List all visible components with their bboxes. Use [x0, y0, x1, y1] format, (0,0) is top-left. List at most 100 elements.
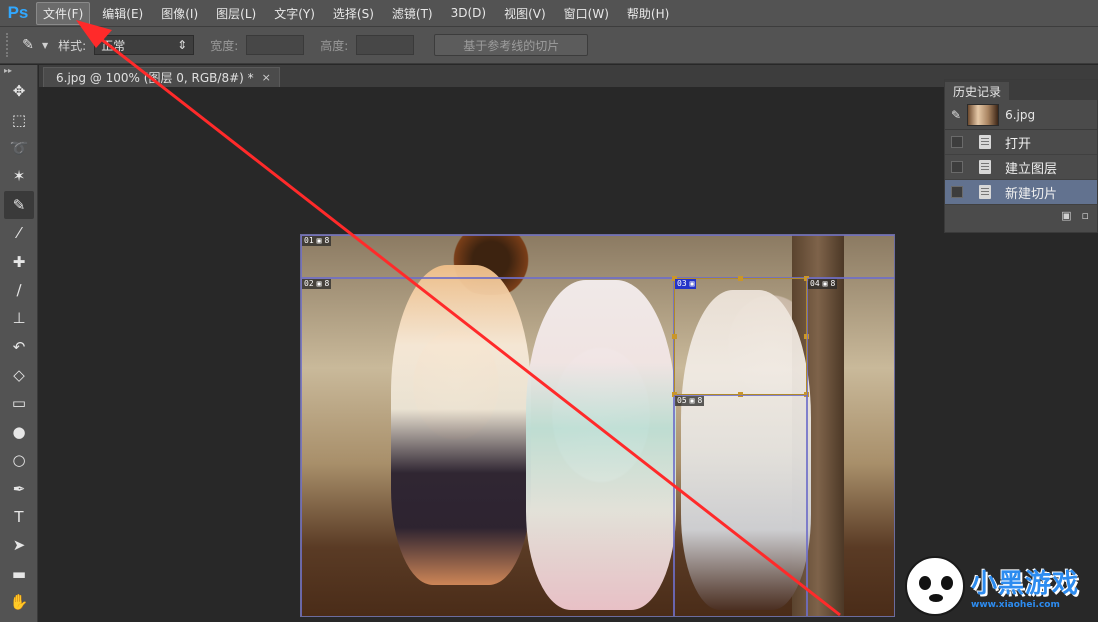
- slice-label-03: 03 ▣: [675, 279, 697, 289]
- tool-preset-caret-icon[interactable]: ▼: [42, 41, 48, 50]
- slice-number: 01: [304, 236, 314, 245]
- history-item-new-layer[interactable]: 建立图层: [945, 155, 1097, 180]
- tools-collapse-icon[interactable]: ▸▸: [0, 65, 37, 77]
- link-icon: 8: [324, 236, 330, 245]
- menu-filter[interactable]: 滤镜(T): [386, 3, 439, 24]
- close-icon[interactable]: ×: [262, 71, 271, 84]
- menu-window[interactable]: 窗口(W): [558, 3, 615, 24]
- menu-image[interactable]: 图像(I): [155, 3, 204, 24]
- history-brush-tool-icon[interactable]: ↶: [0, 333, 38, 361]
- slice-04[interactable]: [807, 278, 894, 616]
- slice-03-selected[interactable]: [674, 278, 807, 395]
- history-state-icon: [979, 160, 991, 174]
- photoshop-logo: Ps: [7, 3, 29, 22]
- watermark-logo: 小黑游戏 www.xiaohei.com: [905, 555, 1095, 617]
- marquee-tool-icon[interactable]: ⬚: [0, 105, 38, 133]
- options-bar: ✎ ▼ 样式: 正常 ⇕ 宽度: 高度: 基于参考线的切片: [0, 26, 1098, 64]
- history-panel-tabs: 历史记录: [945, 80, 1097, 100]
- dodge-tool-icon[interactable]: ○: [0, 446, 38, 474]
- stamp-tool-icon[interactable]: ⊥: [0, 304, 38, 332]
- delete-icon[interactable]: ▫: [1082, 209, 1089, 222]
- history-item-label: 新建切片: [1005, 186, 1058, 202]
- tab-history[interactable]: 历史记录: [945, 82, 1010, 100]
- menu-view[interactable]: 视图(V): [498, 3, 552, 24]
- magic-wand-tool-icon[interactable]: ✶: [0, 162, 38, 190]
- menu-select[interactable]: 选择(S): [327, 3, 380, 24]
- healing-brush-tool-icon[interactable]: ✚: [0, 247, 38, 275]
- history-checkbox[interactable]: [951, 136, 963, 148]
- history-state-icon: [979, 185, 991, 199]
- document-tab-title: 6.jpg @ 100% (图层 0, RGB/8#) *: [56, 71, 254, 85]
- history-checkbox[interactable]: [951, 186, 963, 198]
- style-label: 样式:: [58, 38, 87, 53]
- options-grip[interactable]: [6, 33, 14, 57]
- history-item-new-slice[interactable]: 新建切片: [945, 180, 1097, 205]
- watermark-text: 小黑游戏 www.xiaohei.com: [971, 563, 1079, 610]
- history-panel: 历史记录 ✎ 6.jpg 打开 建立图层 新建切片 ▣ ▫: [944, 79, 1098, 233]
- resize-handle[interactable]: [672, 334, 677, 339]
- slice-01[interactable]: [301, 235, 894, 278]
- slice-number: 03: [677, 279, 687, 288]
- watermark-title: 小黑游戏: [971, 568, 1080, 599]
- link-icon: 8: [324, 279, 330, 288]
- menu-file[interactable]: 文件(F): [36, 1, 91, 25]
- eyedropper-tool-icon[interactable]: ⁄: [0, 219, 38, 247]
- pen-tool-icon[interactable]: ✒: [0, 474, 38, 502]
- path-select-tool-icon[interactable]: ➤: [0, 531, 38, 559]
- menu-type[interactable]: 文字(Y): [268, 3, 321, 24]
- slice-02[interactable]: [301, 278, 674, 616]
- slice-label-02: 02 ▣ 8: [302, 279, 332, 289]
- menu-help[interactable]: 帮助(H): [621, 3, 675, 24]
- slice-number: 04: [810, 279, 820, 288]
- slice-tool-icon[interactable]: ✎: [14, 33, 42, 57]
- document-tab[interactable]: 6.jpg @ 100% (图层 0, RGB/8#) * ×: [43, 67, 280, 87]
- history-snapshot[interactable]: ✎ 6.jpg: [945, 100, 1097, 130]
- history-item-label: 打开: [1005, 136, 1032, 152]
- slice-number: 05: [677, 396, 687, 405]
- history-state-icon: [979, 135, 991, 149]
- watermark-url: www.xiaohei.com: [971, 599, 1060, 610]
- gradient-tool-icon[interactable]: ▭: [0, 389, 38, 417]
- lasso-tool-icon[interactable]: ➰: [0, 134, 38, 162]
- history-checkbox[interactable]: [951, 161, 963, 173]
- link-icon: 8: [830, 279, 836, 288]
- menu-bar: Ps 文件(F) 编辑(E) 图像(I) 图层(L) 文字(Y) 选择(S) 滤…: [0, 0, 1098, 26]
- style-select[interactable]: 正常 ⇕: [94, 35, 195, 55]
- image-slice-icon: ▣: [316, 236, 322, 245]
- tools-panel: ▸▸ ✥ ⬚ ➰ ✶ ✎ ⁄ ✚ ∕ ⊥ ↶ ◇ ▭ ● ○ ✒ T ➤ ▬ ✋: [0, 65, 38, 622]
- document-tab-bar: 6.jpg @ 100% (图层 0, RGB/8#) * ×: [39, 65, 1098, 87]
- select-arrows-icon: ⇕: [177, 38, 188, 52]
- height-field[interactable]: [356, 35, 415, 55]
- image-slice-icon: ▣: [689, 279, 695, 288]
- menu-3d[interactable]: 3D(D): [445, 4, 492, 22]
- menu-layer[interactable]: 图层(L): [210, 3, 262, 24]
- width-label: 宽度:: [210, 38, 239, 53]
- link-icon: 8: [697, 396, 703, 405]
- slice-05[interactable]: [674, 395, 807, 616]
- height-label: 高度:: [320, 38, 349, 53]
- history-item-label: 建立图层: [1005, 161, 1058, 177]
- slice-number: 02: [304, 279, 314, 288]
- width-field[interactable]: [246, 35, 305, 55]
- eraser-tool-icon[interactable]: ◇: [0, 361, 38, 389]
- move-tool-icon[interactable]: ✥: [0, 77, 38, 105]
- rectangle-tool-icon[interactable]: ▬: [0, 560, 38, 588]
- document-image[interactable]: 01 ▣ 8 02 ▣ 8 03 ▣ 04 ▣ 8 05 ▣ 8: [300, 234, 895, 617]
- resize-handle[interactable]: [738, 276, 743, 281]
- snapshot-thumbnail: [967, 103, 1000, 126]
- slice-label-05: 05 ▣ 8: [675, 396, 705, 406]
- image-slice-icon: ▣: [822, 279, 828, 288]
- new-snapshot-icon[interactable]: ▣: [1061, 209, 1071, 222]
- menu-edit[interactable]: 编辑(E): [96, 3, 149, 24]
- style-select-value: 正常: [101, 38, 126, 53]
- image-slice-icon: ▣: [689, 396, 695, 405]
- blur-tool-icon[interactable]: ●: [0, 418, 38, 446]
- slice-label-01: 01 ▣ 8: [302, 236, 332, 246]
- brush-tool-icon[interactable]: ∕: [0, 276, 38, 304]
- slices-from-guides-button[interactable]: 基于参考线的切片: [434, 34, 589, 56]
- history-brush-source-icon[interactable]: ✎: [951, 108, 961, 122]
- type-tool-icon[interactable]: T: [0, 503, 38, 531]
- slice-tool-button-icon[interactable]: ✎: [4, 190, 34, 219]
- history-item-open[interactable]: 打开: [945, 130, 1097, 155]
- hand-tool-icon[interactable]: ✋: [0, 588, 38, 616]
